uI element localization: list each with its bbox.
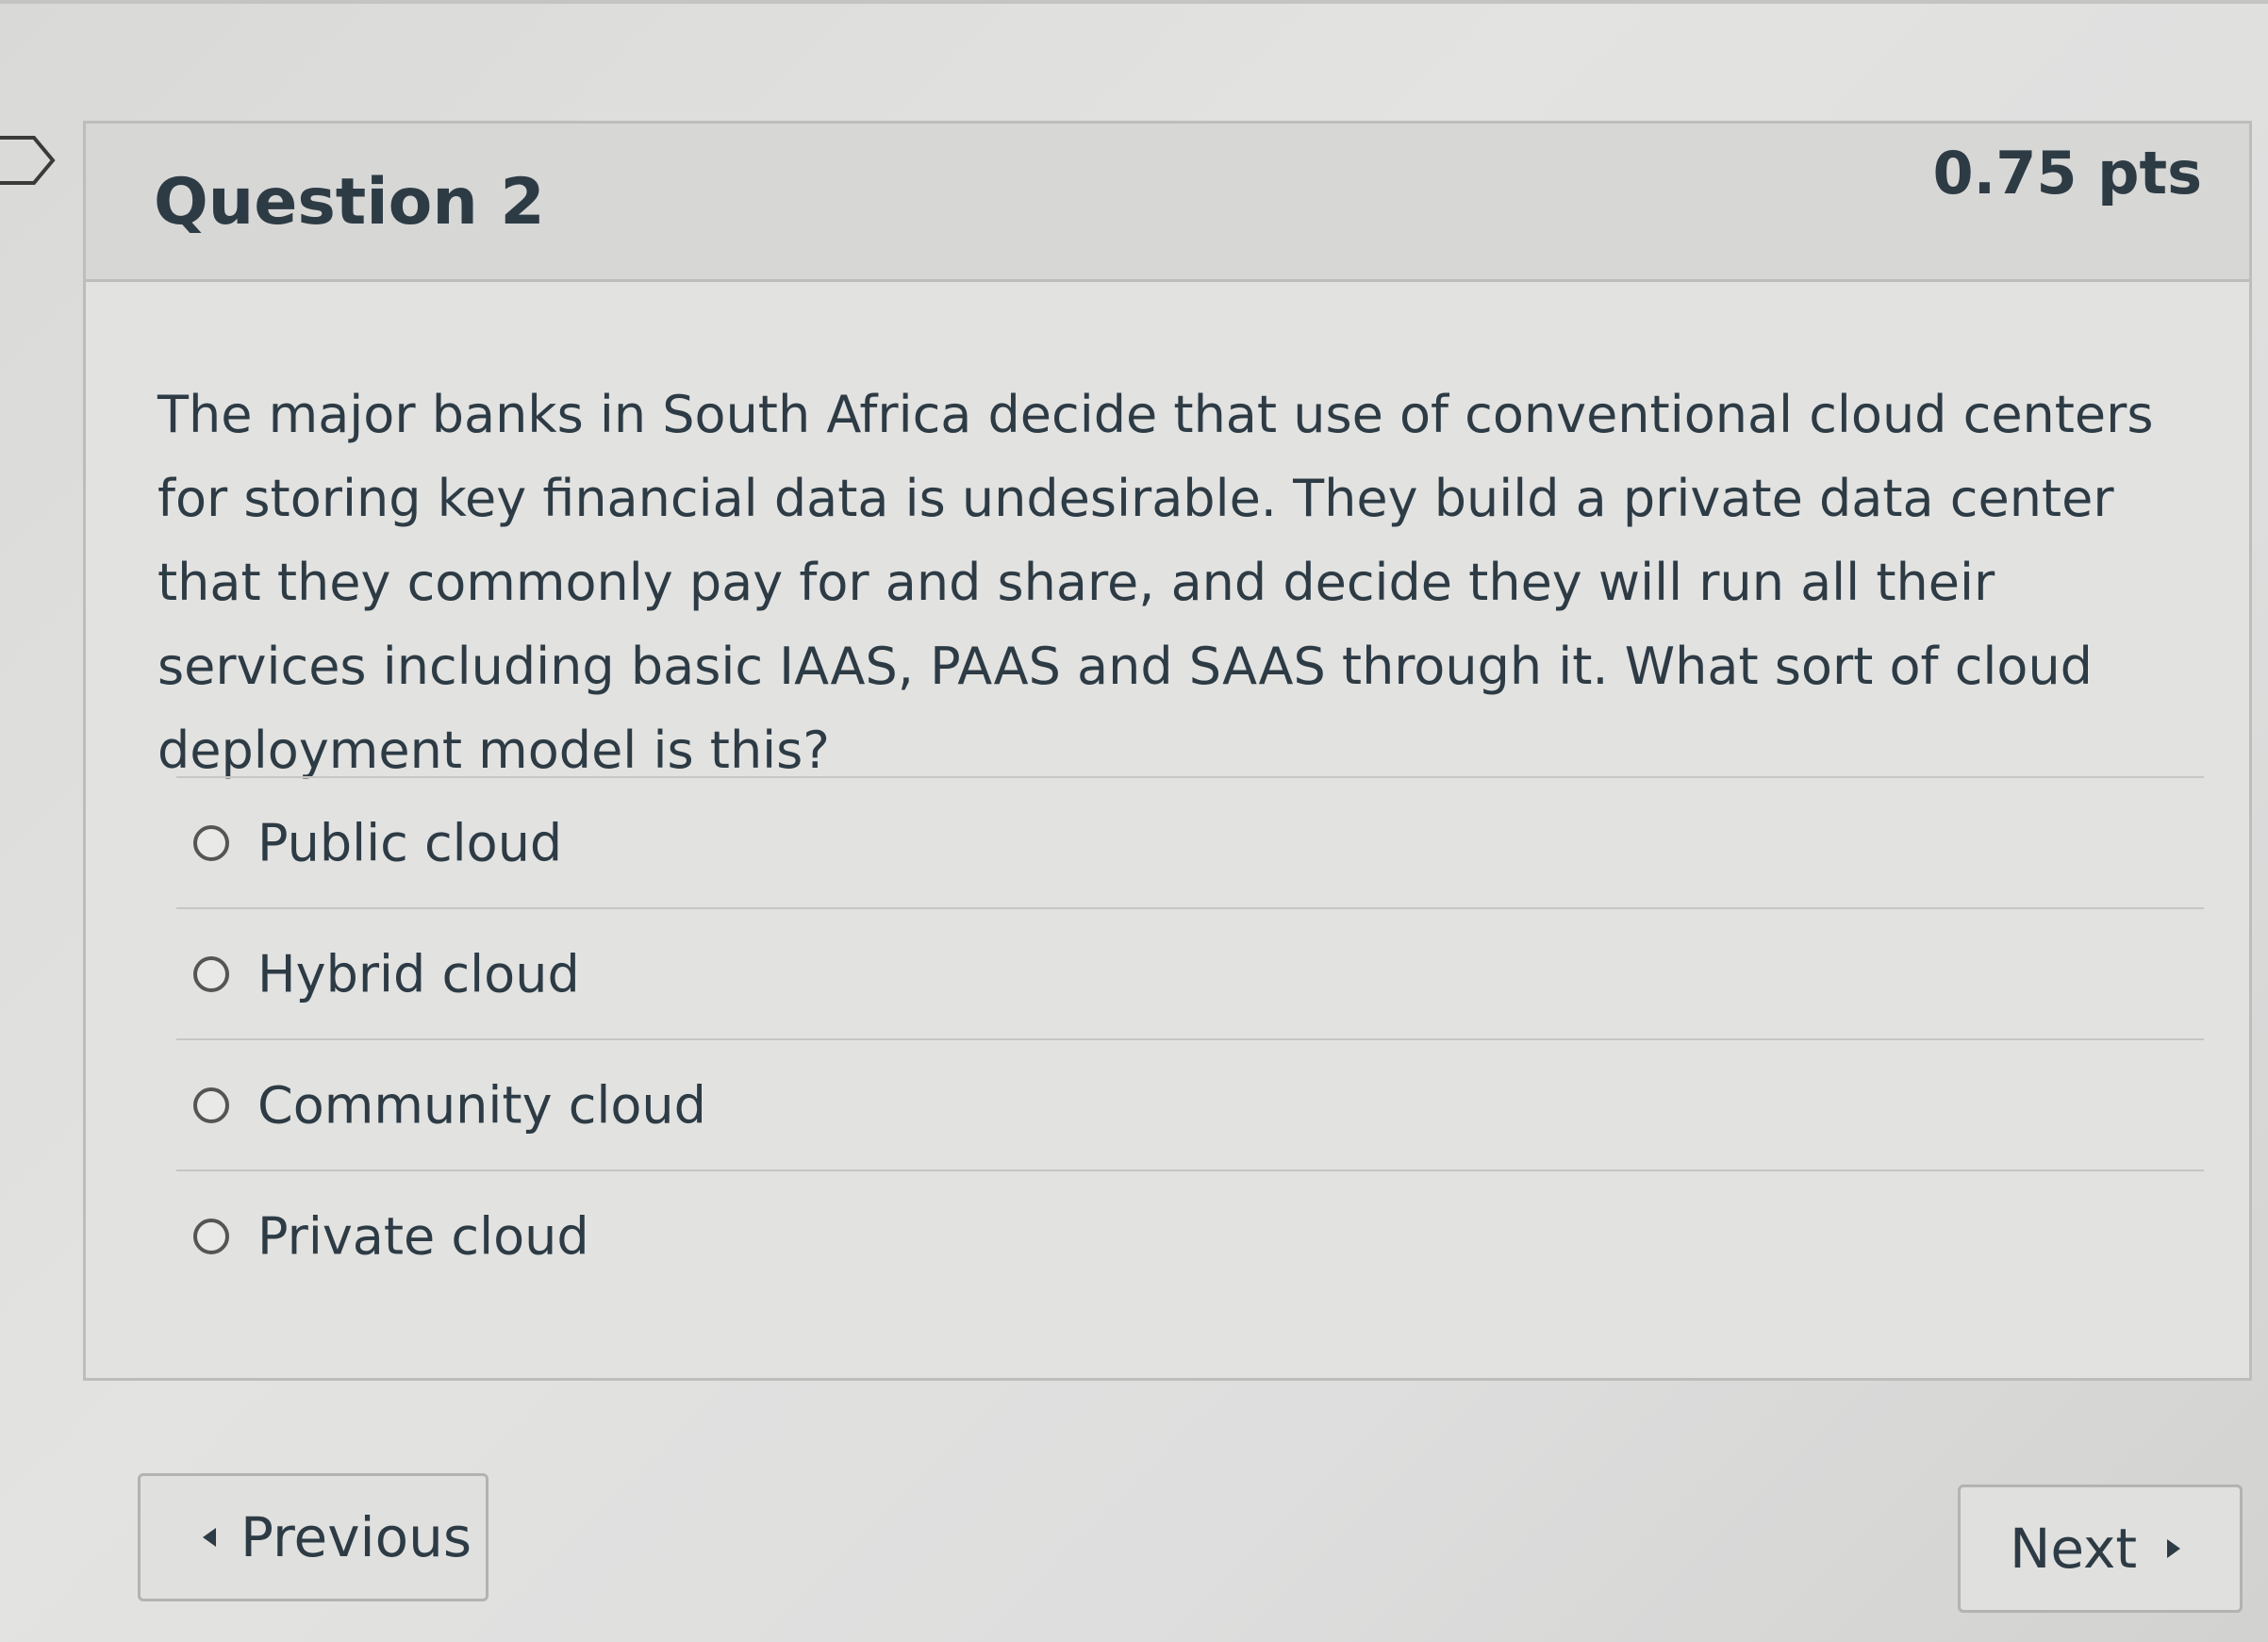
question-points: 0.75 pts — [1932, 139, 2202, 207]
answer-option-community-cloud[interactable]: Community cloud — [176, 1038, 2204, 1169]
next-label: Next — [2010, 1517, 2138, 1581]
answer-label[interactable]: Community cloud — [257, 1075, 706, 1135]
answer-list: Public cloud Hybrid cloud Community clou… — [176, 776, 2204, 1301]
question-text: The major banks in South Africa decide t… — [157, 385, 2154, 780]
radio-button[interactable] — [193, 955, 229, 992]
answer-label[interactable]: Private cloud — [257, 1206, 589, 1266]
quiz-page: Question 2 0.75 pts The major banks in S… — [0, 0, 2268, 1642]
answer-label[interactable]: Public cloud — [257, 813, 562, 872]
flag-icon[interactable] — [0, 132, 57, 189]
radio-button[interactable] — [193, 1086, 229, 1123]
top-divider — [0, 0, 2268, 4]
question-header: Question 2 0.75 pts — [86, 124, 2249, 282]
answer-option-private-cloud[interactable]: Private cloud — [176, 1169, 2204, 1301]
question-card: Question 2 0.75 pts The major banks in S… — [83, 121, 2252, 1381]
answer-option-public-cloud[interactable]: Public cloud — [176, 776, 2204, 907]
previous-button[interactable]: Previous — [138, 1473, 488, 1601]
answer-label[interactable]: Hybrid cloud — [257, 944, 580, 1003]
answer-option-hybrid-cloud[interactable]: Hybrid cloud — [176, 907, 2204, 1038]
next-button[interactable]: Next — [1958, 1484, 2243, 1613]
caret-right-icon — [2167, 1539, 2181, 1558]
caret-left-icon — [203, 1528, 216, 1547]
radio-button[interactable] — [193, 1218, 229, 1254]
previous-label: Previous — [240, 1505, 472, 1569]
radio-button[interactable] — [193, 824, 229, 861]
question-title: Question 2 — [154, 165, 545, 240]
